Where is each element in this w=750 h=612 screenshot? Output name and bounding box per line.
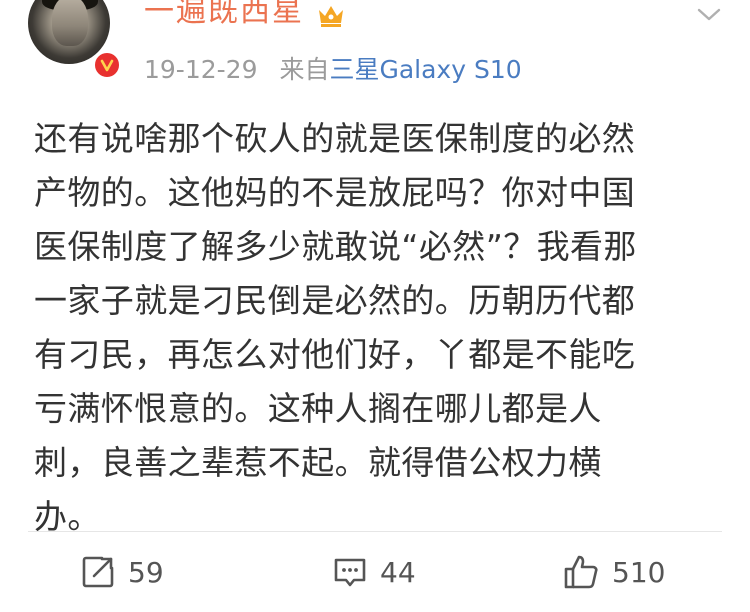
comment-button[interactable]: 44 bbox=[332, 550, 416, 594]
thumbs-up-icon bbox=[564, 555, 598, 589]
action-bar: 59 44 510 bbox=[0, 540, 750, 610]
source-prefix: 来自 bbox=[279, 55, 330, 84]
username[interactable]: 一遍既西星 bbox=[144, 0, 304, 30]
crown-icon bbox=[319, 6, 343, 27]
post-timestamp: 19-12-29 bbox=[144, 55, 258, 84]
verified-badge-icon bbox=[92, 50, 122, 80]
like-count: 510 bbox=[612, 555, 666, 589]
avatar-container[interactable] bbox=[22, 0, 122, 88]
post-header: 一遍既西星 19-12-29 来自三星Galaxy S10 bbox=[0, 0, 750, 110]
repost-count: 59 bbox=[128, 555, 164, 589]
comment-count: 44 bbox=[380, 555, 416, 589]
comment-icon bbox=[334, 558, 366, 587]
like-button[interactable]: 510 bbox=[562, 550, 665, 594]
repost-button[interactable]: 59 bbox=[80, 550, 164, 594]
post-text: 还有说啥那个砍人的就是医保制度的必然 产物的。这他妈的不是放屁吗？你对中国 医保… bbox=[34, 119, 637, 536]
chevron-down-icon[interactable] bbox=[696, 6, 722, 24]
device-link[interactable]: 三星Galaxy S10 bbox=[329, 55, 521, 84]
avatar-face bbox=[52, 0, 88, 46]
divider bbox=[28, 531, 722, 532]
post-meta: 19-12-29 来自三星Galaxy S10 bbox=[144, 50, 522, 86]
repost-icon bbox=[82, 556, 114, 588]
